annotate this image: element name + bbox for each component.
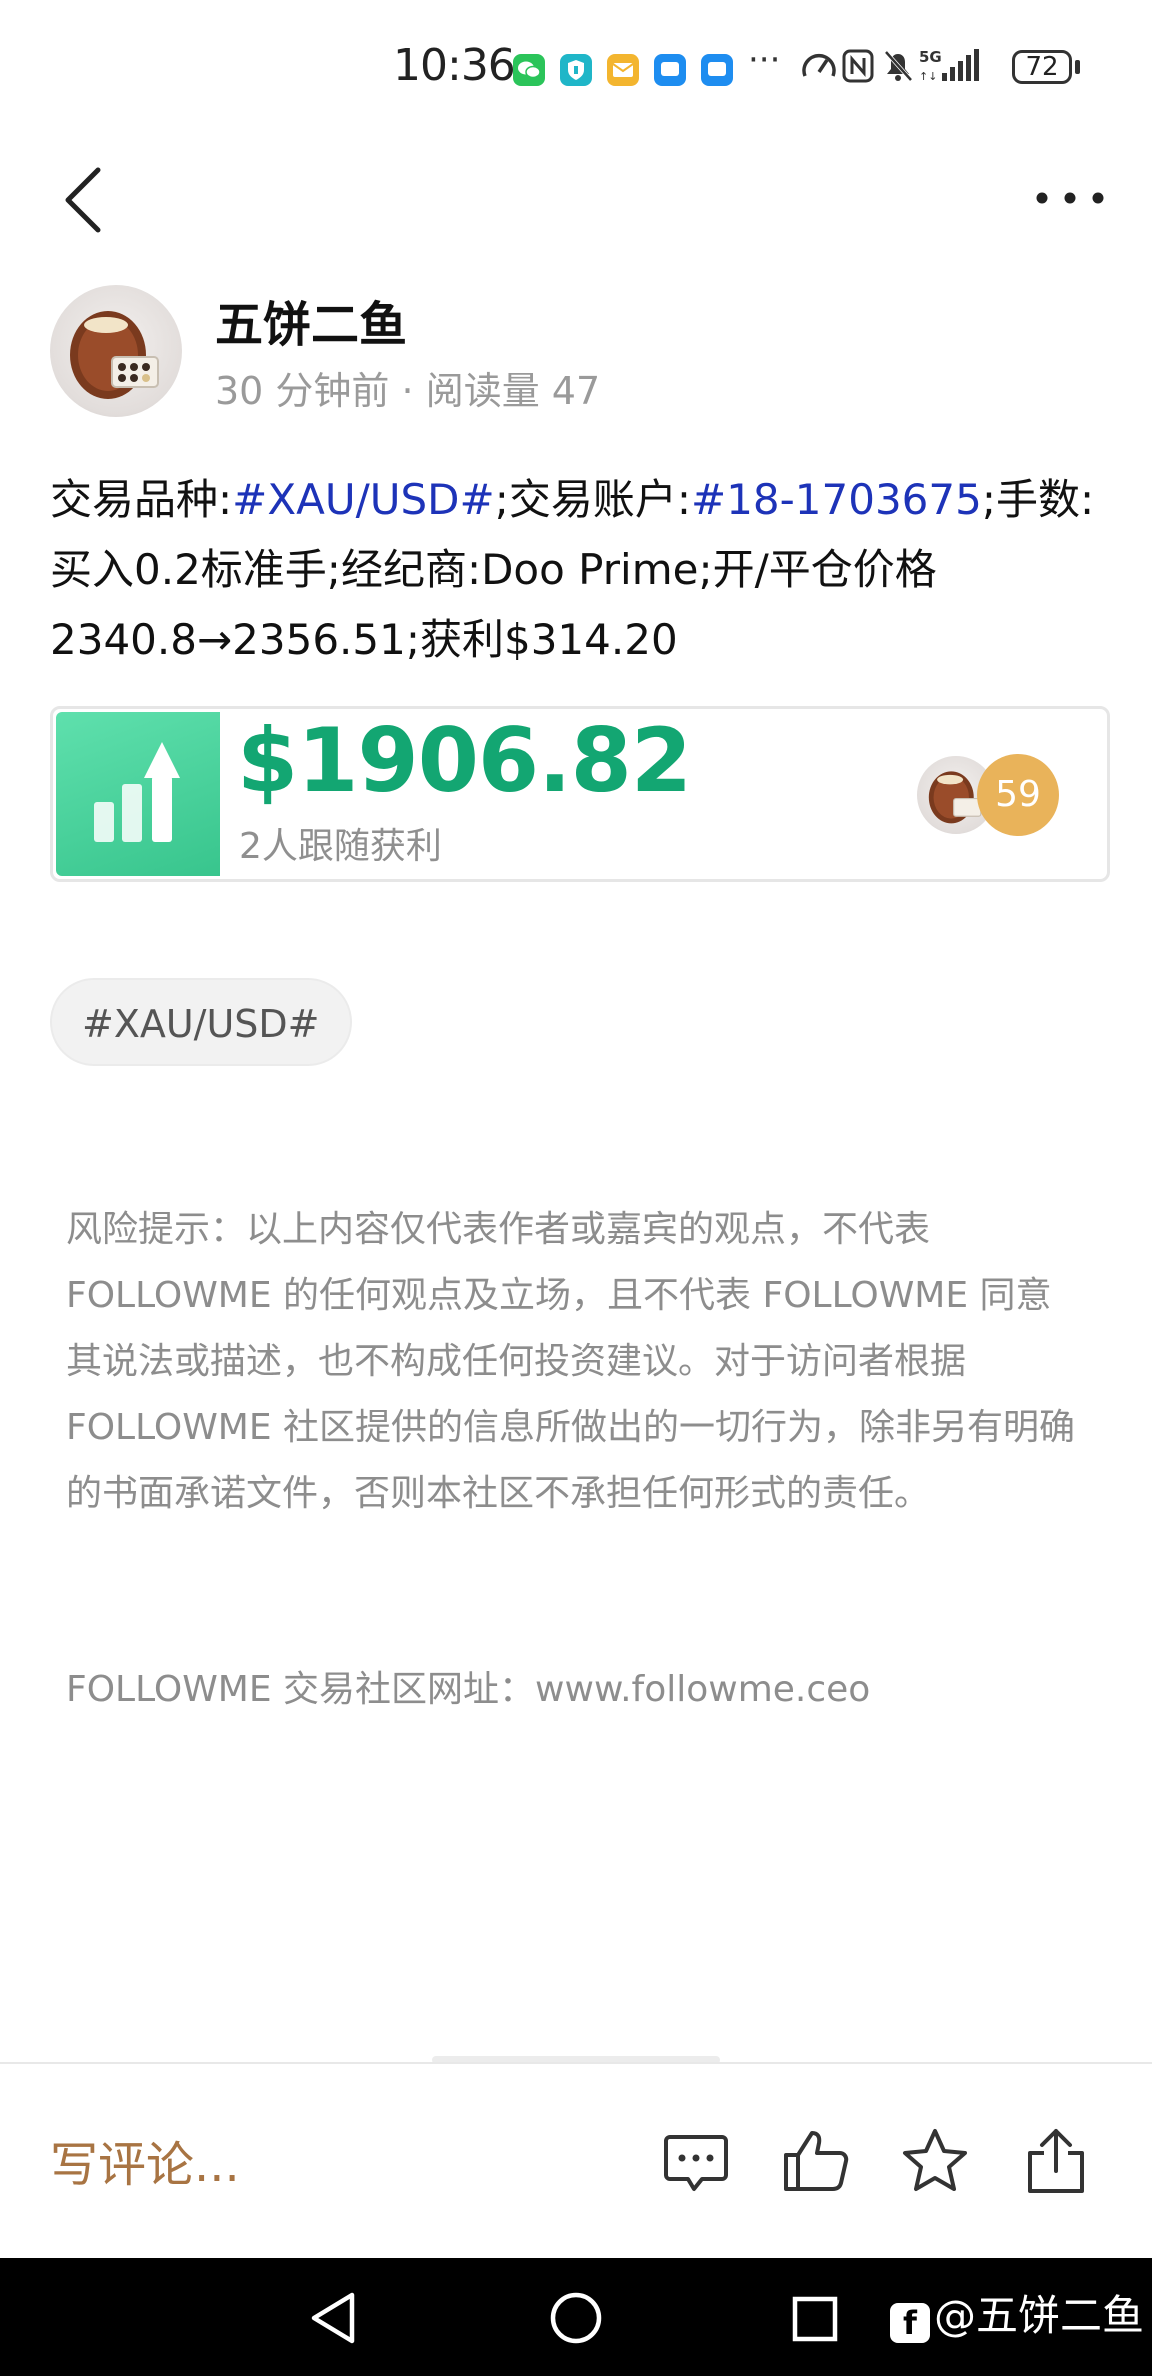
chevron-left-icon: [65, 167, 101, 233]
action-bar-divider: [0, 2062, 1152, 2064]
watermark: f @五饼二鱼: [890, 2282, 1144, 2343]
more-notifications-icon: ···: [748, 40, 781, 80]
recents-square-icon[interactable]: [781, 2283, 851, 2353]
watermark-logo-icon: f: [890, 2303, 930, 2343]
view-count: 阅读量 47: [425, 369, 601, 413]
follow-profit-card[interactable]: $1906.82 2人跟随获利 59: [50, 706, 1110, 882]
post-text: ;交易账户:: [494, 475, 691, 524]
share-icon[interactable]: [1020, 2125, 1092, 2197]
watermark-text: @五饼二鱼: [934, 2291, 1145, 2340]
back-button[interactable]: [50, 160, 120, 240]
status-bar: 10:36 ··· 5G ↑↓ 72: [0, 0, 1152, 130]
profit-caption: 2人跟随获利: [239, 826, 442, 867]
more-options-button[interactable]: [1030, 180, 1110, 220]
meta-separator: ·: [401, 369, 414, 413]
message-app-icon: [701, 54, 733, 86]
comment-input[interactable]: 写评论...: [50, 2125, 240, 2195]
svg-text:5G: 5G: [919, 48, 942, 66]
like-icon[interactable]: [780, 2125, 852, 2197]
home-circle-icon[interactable]: [541, 2283, 611, 2353]
battery-indicator: 72: [1012, 50, 1072, 84]
back-triangle-icon[interactable]: [300, 2283, 370, 2353]
system-status-icons: 5G ↑↓: [802, 46, 1007, 90]
speed-gauge-icon: [802, 53, 836, 77]
wechat-icon: [513, 54, 545, 86]
bell-muted-icon: [884, 50, 913, 82]
topic-tag-chip[interactable]: #XAU/USD#: [50, 978, 352, 1066]
comment-icon[interactable]: [660, 2125, 732, 2197]
hashtag-account-link[interactable]: #18-1703675: [691, 475, 982, 524]
follower-count-badge: 59: [977, 754, 1059, 836]
profit-amount: $1906.82: [237, 709, 692, 812]
favorite-star-icon[interactable]: [899, 2125, 971, 2197]
signal-5g-icon: 5G ↑↓: [919, 48, 979, 83]
bar-chart-up-icon: [56, 712, 220, 876]
post-text: 交易品种:: [50, 475, 233, 524]
system-nav-bar: f @五饼二鱼: [0, 2258, 1152, 2376]
shield-app-icon: [560, 54, 592, 86]
site-url-line: FOLLOWME 交易社区网址：www.followme.ceo: [66, 1669, 871, 1710]
more-dots-icon: [1036, 192, 1104, 204]
post-time: 30 分钟前: [215, 369, 390, 413]
hashtag-symbol-link[interactable]: #XAU/USD#: [232, 475, 495, 524]
battery-tip: [1075, 60, 1080, 74]
message-app-icon: [654, 54, 686, 86]
mail-app-icon: [607, 54, 639, 86]
author-name[interactable]: 五饼二鱼: [215, 285, 407, 355]
post-meta: 30 分钟前 · 阅读量 47: [215, 360, 600, 415]
svg-text:↑↓: ↑↓: [919, 70, 937, 83]
post-content: 交易品种:#XAU/USD#;交易账户:#18-1703675;手数:买入0.2…: [50, 465, 1110, 675]
risk-disclaimer: 风险提示：以上内容仅代表作者或嘉宾的观点，不代表 FOLLOWME 的任何观点及…: [66, 1209, 1076, 1514]
nfc-icon: [842, 49, 874, 83]
status-clock: 10:36: [393, 40, 516, 91]
author-avatar[interactable]: [50, 285, 182, 417]
